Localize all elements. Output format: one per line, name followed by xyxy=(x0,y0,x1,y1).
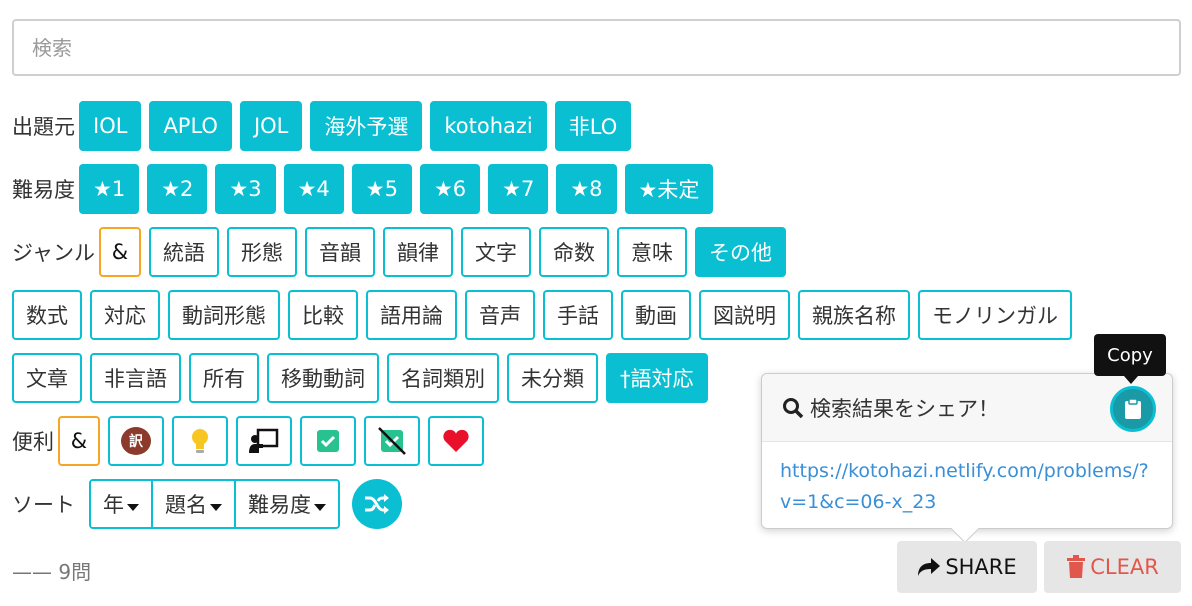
genre-monolingual-button[interactable]: モノリンガル xyxy=(918,290,1072,340)
heart-icon xyxy=(443,429,469,452)
copy-url-button[interactable] xyxy=(1110,386,1156,432)
difficulty-4-button[interactable]: ★4 xyxy=(283,164,344,214)
share-popover-title: 検索結果をシェア！ xyxy=(810,396,999,421)
genre-comparison-button[interactable]: 比較 xyxy=(288,290,358,340)
sort-by-year-button[interactable]: 年 xyxy=(91,481,153,527)
genre-video-button[interactable]: 動画 xyxy=(621,290,691,340)
trash-icon xyxy=(1067,555,1086,578)
genre-phonetics-button[interactable]: 音声 xyxy=(465,290,535,340)
genre-syntax-button[interactable]: 統語 xyxy=(148,227,219,277)
sort-label: ソート xyxy=(12,493,75,517)
lightbulb-icon xyxy=(192,429,208,453)
genre-phonology-button[interactable]: 音韻 xyxy=(304,227,375,277)
genre-correspondence-button[interactable]: 対応 xyxy=(90,290,160,340)
shuffle-icon xyxy=(365,494,389,514)
convenience-label: 便利 xyxy=(12,430,54,454)
sort-by-difficulty-label: 難易度 xyxy=(248,493,311,517)
difficulty-6-button[interactable]: ★6 xyxy=(419,164,481,214)
genre-prosody-button[interactable]: 韻律 xyxy=(382,227,453,277)
sort-by-year-label: 年 xyxy=(103,493,124,517)
search-input[interactable] xyxy=(12,19,1181,76)
favorite-filter-button[interactable] xyxy=(428,416,484,466)
genre-and-toggle[interactable]: & xyxy=(98,227,141,277)
difficulty-label: 難易度 xyxy=(12,178,75,202)
difficulty-3-button[interactable]: ★3 xyxy=(215,164,276,214)
difficulty-undecided-button[interactable]: ★未定 xyxy=(624,164,714,214)
genre-filter-row-2: 数式 対応 動詞形態 比較 語用論 音声 手話 動画 図説明 親族名称 モノリン… xyxy=(12,289,1072,341)
source-iol-button[interactable]: IOL xyxy=(79,101,142,151)
source-filter-row: 出題元 IOL APLO JOL 海外予選 kotohazi 非LO xyxy=(12,100,632,152)
translation-filter-button[interactable]: 訳 xyxy=(108,416,164,466)
difficulty-7-button[interactable]: ★7 xyxy=(488,164,549,214)
share-button[interactable]: SHARE xyxy=(897,541,1037,593)
sort-button-group: 年 題名 難易度 xyxy=(89,479,340,529)
difficulty-5-button[interactable]: ★5 xyxy=(351,164,412,214)
genre-filter-row-1: ジャンル & 統語 形態 音韻 韻律 文字 命数 意味 その他 xyxy=(12,226,786,278)
genre-nonverbal-button[interactable]: 非言語 xyxy=(90,353,181,403)
result-count: —— 9問 xyxy=(12,560,92,584)
search-icon xyxy=(783,397,804,418)
caret-down-icon xyxy=(314,503,326,511)
checked-box-icon xyxy=(317,430,339,452)
genre-numerals-button[interactable]: 命数 xyxy=(538,227,609,277)
source-non-lo-button[interactable]: 非LO xyxy=(554,101,632,151)
source-jol-button[interactable]: JOL xyxy=(239,101,303,151)
presentation-icon xyxy=(249,428,279,453)
sort-by-title-button[interactable]: 題名 xyxy=(153,481,236,527)
sort-row: ソート 年 題名 難易度 xyxy=(12,478,402,530)
share-button-label: SHARE xyxy=(945,555,1017,579)
difficulty-2-button[interactable]: ★2 xyxy=(147,164,208,214)
translation-icon: 訳 xyxy=(121,427,151,455)
genre-unclassified-button[interactable]: 未分類 xyxy=(507,353,598,403)
genre-possession-button[interactable]: 所有 xyxy=(189,353,259,403)
difficulty-filter-row: 難易度 ★1 ★2 ★3 ★4 ★5 ★6 ★7 ★8 ★未定 xyxy=(12,163,714,215)
convenience-and-toggle[interactable]: & xyxy=(58,416,100,466)
difficulty-1-button[interactable]: ★1 xyxy=(79,164,140,214)
genre-sign-language-button[interactable]: 手話 xyxy=(543,290,613,340)
presentation-filter-button[interactable] xyxy=(236,416,292,466)
hint-filter-button[interactable] xyxy=(172,416,228,466)
copy-tooltip: Copy xyxy=(1094,334,1166,384)
source-overseas-button[interactable]: 海外予選 xyxy=(310,101,423,151)
share-popover: 検索結果をシェア！ https://kotohazi.netlify.com/p… xyxy=(761,373,1173,544)
genre-semantics-button[interactable]: 意味 xyxy=(616,227,687,277)
unsolved-filter-button[interactable] xyxy=(364,416,420,466)
clear-button[interactable]: CLEAR xyxy=(1044,541,1181,593)
genre-other-button[interactable]: その他 xyxy=(694,227,786,277)
source-aplo-button[interactable]: APLO xyxy=(149,101,232,151)
genre-pragmatics-button[interactable]: 語用論 xyxy=(366,290,457,340)
genre-morphology-button[interactable]: 形態 xyxy=(226,227,297,277)
genre-script-button[interactable]: 文字 xyxy=(460,227,531,277)
clipboard-icon xyxy=(1125,398,1141,419)
genre-label: ジャンル xyxy=(12,241,95,265)
solved-filter-button[interactable] xyxy=(300,416,356,466)
difficulty-8-button[interactable]: ★8 xyxy=(556,164,617,214)
clear-button-label: CLEAR xyxy=(1090,555,1159,579)
caret-down-icon xyxy=(210,503,222,511)
genre-diagram-button[interactable]: 図説明 xyxy=(699,290,790,340)
sort-by-difficulty-button[interactable]: 難易度 xyxy=(236,481,338,527)
sort-by-title-label: 題名 xyxy=(165,493,207,517)
genre-verb-morphology-button[interactable]: 動詞形態 xyxy=(168,290,280,340)
caret-down-icon xyxy=(127,503,139,511)
unchecked-crossed-icon xyxy=(378,427,406,455)
genre-motion-verbs-button[interactable]: 移動動詞 xyxy=(267,353,379,403)
genre-filter-row-3: 文章 非言語 所有 移動動詞 名詞類別 未分類 †語対応 xyxy=(12,352,708,404)
shuffle-button[interactable] xyxy=(352,479,402,529)
genre-noun-classes-button[interactable]: 名詞類別 xyxy=(387,353,499,403)
genre-dagger-correspondence-button[interactable]: †語対応 xyxy=(606,353,708,403)
share-arrow-icon xyxy=(918,558,941,576)
genre-text-button[interactable]: 文章 xyxy=(12,353,82,403)
convenience-filter-row: 便利 & 訳 xyxy=(12,415,484,467)
genre-formula-button[interactable]: 数式 xyxy=(12,290,82,340)
source-label: 出題元 xyxy=(12,115,75,139)
source-kotohazi-button[interactable]: kotohazi xyxy=(430,101,547,151)
genre-kinship-button[interactable]: 親族名称 xyxy=(798,290,910,340)
